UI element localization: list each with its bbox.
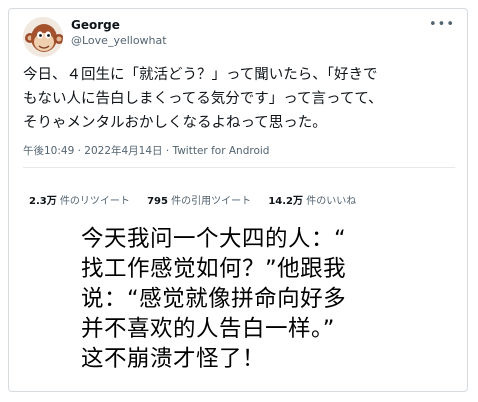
divider bbox=[23, 167, 455, 168]
translation-overlay: 今天我问一个大四的人：“ 找工作感觉如何？”他跟我 说：“感觉就像拼命向好多 并… bbox=[81, 224, 346, 374]
translation-line: 今天我问一个大四的人：“ bbox=[81, 226, 347, 252]
display-name[interactable]: George bbox=[71, 18, 120, 32]
likes-stat[interactable]: 14.2万 件のいいね bbox=[268, 196, 356, 207]
likes-count: 14.2万 bbox=[268, 196, 304, 207]
tweet-stats: 2.3万 件のリツイート 795 件の引用ツイート 14.2万 件のいいね bbox=[29, 192, 370, 207]
likes-label: 件のいいね bbox=[306, 196, 357, 207]
tweet-timestamp[interactable]: 午後10:49 · 2022年4月14日 · Twitter for Andro… bbox=[23, 143, 269, 158]
translation-line: 这不崩溃才怪了！ bbox=[81, 346, 266, 372]
monkey-avatar-icon bbox=[23, 17, 63, 57]
tweet-text-line: そりゃメンタルおかしくなるよねって思った。 bbox=[23, 115, 327, 131]
quotes-label: 件の引用ツイート bbox=[171, 196, 252, 207]
more-horizontal-icon[interactable]: ••• bbox=[429, 17, 455, 32]
tweet-text-line: もない人に告白しまくってる気分です」って言ってて、 bbox=[23, 91, 383, 107]
retweets-stat[interactable]: 2.3万 件のリツイート bbox=[29, 196, 130, 207]
translation-line: 找工作感觉如何？”他跟我 bbox=[81, 256, 347, 282]
avatar[interactable] bbox=[23, 17, 63, 57]
tweet-card: George @Love_yellowhat ••• 今日、４回生に「就活どう？… bbox=[8, 8, 468, 392]
tweet-text: 今日、４回生に「就活どう？」って聞いたら、「好きで もない人に告白しまくってる気… bbox=[23, 63, 463, 135]
tweet-text-line: 今日、４回生に「就活どう？」って聞いたら、「好きで bbox=[23, 67, 378, 83]
user-handle[interactable]: @Love_yellowhat bbox=[71, 34, 167, 47]
quotes-stat[interactable]: 795 件の引用ツイート bbox=[147, 196, 251, 207]
translation-line: 说：“感觉就像拼命向好多 bbox=[81, 286, 347, 312]
retweets-label: 件のリツイート bbox=[59, 196, 130, 207]
retweets-count: 2.3万 bbox=[29, 196, 57, 207]
translation-line: 并不喜欢的人告白一样。” bbox=[81, 316, 335, 342]
quotes-count: 795 bbox=[147, 196, 168, 207]
